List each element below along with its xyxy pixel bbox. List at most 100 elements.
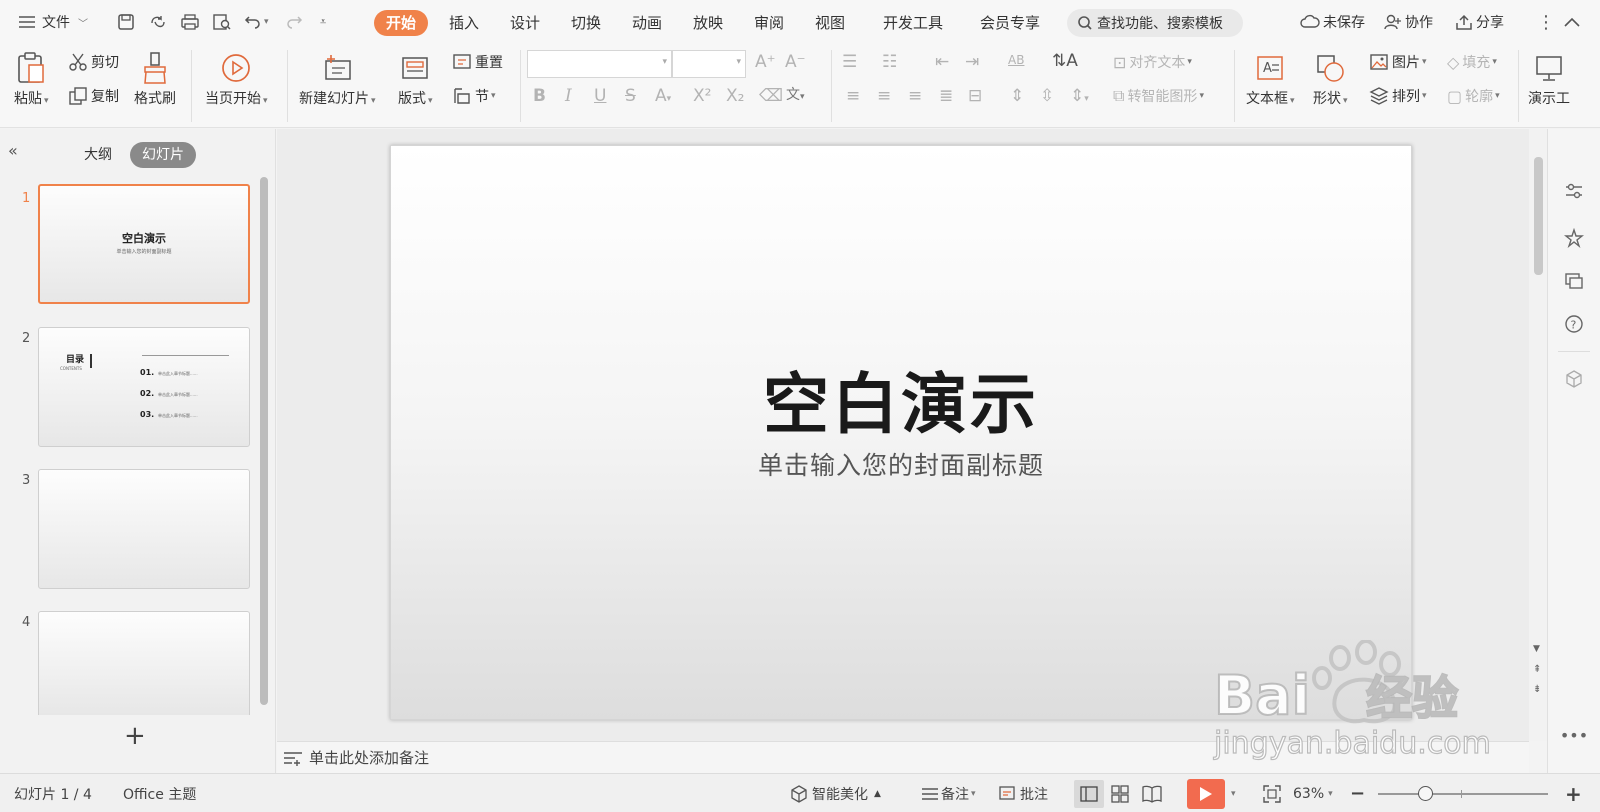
quick-access-dropdown-icon[interactable]: ⩡ — [320, 0, 326, 44]
collaborate-button[interactable]: 协作 — [1384, 0, 1433, 44]
align-right-icon[interactable]: ≡ — [908, 86, 922, 106]
shape-button[interactable]: 形状 ▾ — [1313, 48, 1348, 108]
tab-insert[interactable]: 插入 — [437, 10, 491, 36]
tab-membership[interactable]: 会员专享 — [968, 10, 1052, 36]
thumbnail-scrollbar[interactable] — [260, 177, 268, 705]
slide-thumbnail-4[interactable] — [38, 611, 250, 715]
cube-icon[interactable] — [1562, 367, 1586, 391]
slide-thumbnail-3[interactable] — [38, 469, 250, 589]
add-slide-button[interactable]: + — [124, 723, 146, 749]
increase-indent-icon[interactable]: ⇥ — [965, 52, 979, 72]
canvas-scrollbar[interactable]: ▼ ⇞ ⇟ — [1529, 129, 1547, 741]
tab-developer[interactable]: 开发工具 — [871, 10, 955, 36]
tab-slideshow[interactable]: 放映 — [681, 10, 735, 36]
copy-button[interactable]: 复制 — [68, 86, 119, 106]
phonetic-guide-icon[interactable]: 文▾ — [786, 84, 805, 104]
slide-thumbnail-2[interactable]: 目录 CONTENTS 01. 单击此入章节标题...... 02. 单击此入章… — [38, 327, 250, 447]
theme-name[interactable]: Office 主题 — [123, 774, 196, 812]
line-spacing-icon[interactable]: ⇕ — [1010, 86, 1024, 106]
zoom-out-icon[interactable]: − — [1350, 774, 1365, 812]
slide-subtitle-placeholder[interactable]: 单击输入您的封面副标题 — [391, 446, 1411, 482]
previous-slide-icon[interactable]: ⇞ — [1533, 664, 1541, 675]
paste-button[interactable]: 粘贴 ▾ — [14, 48, 49, 108]
current-slide[interactable]: 空白演示 单击输入您的封面副标题 — [390, 145, 1412, 720]
tab-review[interactable]: 审阅 — [742, 10, 796, 36]
cut-button[interactable]: 剪切 — [68, 52, 119, 72]
bold-icon[interactable]: B — [533, 86, 546, 106]
slide-thumbnail-1[interactable]: 空白演示 单击输入您的封面副标题 — [38, 184, 250, 304]
italic-icon[interactable]: I — [565, 86, 572, 106]
redo-icon[interactable] — [285, 0, 303, 44]
play-slideshow-button[interactable]: ▾ — [1187, 774, 1236, 812]
align-left-icon[interactable]: ≡ — [846, 86, 860, 106]
save-icon[interactable] — [117, 0, 135, 44]
tab-animations[interactable]: 动画 — [620, 10, 674, 36]
more-horizontal-icon[interactable]: ••• — [1560, 723, 1588, 747]
zoom-slider[interactable] — [1378, 774, 1548, 812]
section-button[interactable]: 节 ▾ — [452, 86, 496, 106]
print-icon[interactable] — [180, 0, 200, 44]
tab-design[interactable]: 设计 — [498, 10, 552, 36]
zoom-slider-thumb[interactable] — [1418, 785, 1433, 801]
underline-icon[interactable]: U — [594, 86, 606, 106]
outline-button[interactable]: ▢ 轮廓 ▾ — [1447, 86, 1500, 106]
comments-button[interactable]: 批注 — [998, 774, 1048, 812]
collapse-ribbon-icon[interactable] — [1563, 0, 1581, 44]
animation-star-icon[interactable] — [1562, 226, 1586, 250]
picture-button[interactable]: 图片 ▾ — [1369, 52, 1427, 72]
reset-button[interactable]: 重置 — [452, 52, 503, 72]
format-painter-button[interactable]: 格式刷 — [134, 48, 176, 108]
align-text-button[interactable]: ⊡ 对齐文本 ▾ — [1113, 52, 1192, 72]
slide-transition-icon[interactable] — [1562, 269, 1586, 293]
reading-view-icon[interactable] — [1142, 774, 1162, 812]
font-color-icon[interactable]: A▾ — [655, 86, 671, 106]
sort-icon[interactable]: ⇅A — [1052, 51, 1078, 71]
decrease-font-icon[interactable]: A⁻ — [785, 52, 806, 72]
textbox-button[interactable]: A 文本框 ▾ — [1246, 48, 1295, 108]
superscript-icon[interactable]: X² — [693, 86, 711, 106]
presentation-tools-button[interactable]: 演示工 — [1528, 48, 1570, 108]
arrange-button[interactable]: 排列 ▾ — [1369, 86, 1427, 106]
smart-beautify-button[interactable]: 智能美化 ▲ — [790, 774, 881, 812]
tab-outline[interactable]: 大纲 — [72, 142, 124, 168]
properties-icon[interactable] — [1562, 179, 1586, 203]
search-input[interactable]: 查找功能、搜索模板 — [1067, 9, 1243, 37]
new-slide-button[interactable]: 新建幻灯片 ▾ — [299, 48, 376, 108]
next-slide-icon[interactable]: ⇟ — [1533, 684, 1541, 695]
layout-button[interactable]: 版式 ▾ — [398, 48, 433, 108]
share-button[interactable]: 分享 — [1455, 0, 1504, 44]
print-preview-icon[interactable] — [212, 0, 232, 44]
undo-icon[interactable]: ▾ — [244, 0, 269, 44]
eraser-icon[interactable]: ⌫ — [759, 86, 783, 106]
notes-pane[interactable]: 单击此处添加备注 — [277, 741, 1529, 773]
cloud-save-status[interactable]: 未保存 — [1300, 0, 1365, 44]
fit-window-icon[interactable] — [1263, 774, 1281, 812]
file-menu[interactable]: 文件 ﹀ — [18, 0, 88, 44]
fill-button[interactable]: ◇ 填充 ▾ — [1447, 52, 1497, 72]
numbering-icon[interactable]: ☷ — [882, 52, 897, 72]
text-direction-icon[interactable]: AB — [1008, 53, 1024, 67]
more-vertical-icon[interactable]: ⋮ — [1537, 0, 1555, 44]
export-icon[interactable] — [149, 0, 167, 44]
play-from-current-button[interactable]: 当页开始 ▾ — [205, 48, 268, 108]
align-center-icon[interactable]: ≡ — [877, 86, 891, 106]
paragraph-spacing-icon[interactable]: ⇳ — [1040, 86, 1054, 106]
normal-view-icon[interactable] — [1074, 774, 1104, 812]
decrease-indent-icon[interactable]: ⇤ — [935, 52, 949, 72]
font-size-select[interactable]: ▾ — [672, 50, 746, 78]
notes-toggle-button[interactable]: 备注 ▾ — [921, 774, 976, 812]
help-icon[interactable]: ? — [1562, 312, 1586, 336]
distributed-icon[interactable]: ⊟ — [968, 86, 982, 106]
font-family-select[interactable]: ▾ — [527, 50, 672, 78]
zoom-in-icon[interactable]: + — [1565, 774, 1582, 812]
tab-home[interactable]: 开始 — [374, 10, 429, 36]
slide-title-placeholder[interactable]: 空白演示 — [391, 351, 1411, 447]
bullets-icon[interactable]: ☰ — [842, 52, 857, 72]
scrollbar-thumb[interactable] — [1534, 157, 1543, 275]
justify-icon[interactable]: ≣ — [939, 86, 953, 106]
slide-sorter-icon[interactable] — [1111, 774, 1129, 812]
subscript-icon[interactable]: X₂ — [726, 86, 744, 106]
convert-smartart-button[interactable]: ⧉ 转智能图形 ▾ — [1113, 86, 1204, 106]
tab-slides[interactable]: 幻灯片 — [130, 142, 196, 168]
increase-font-icon[interactable]: A⁺ — [755, 52, 776, 72]
